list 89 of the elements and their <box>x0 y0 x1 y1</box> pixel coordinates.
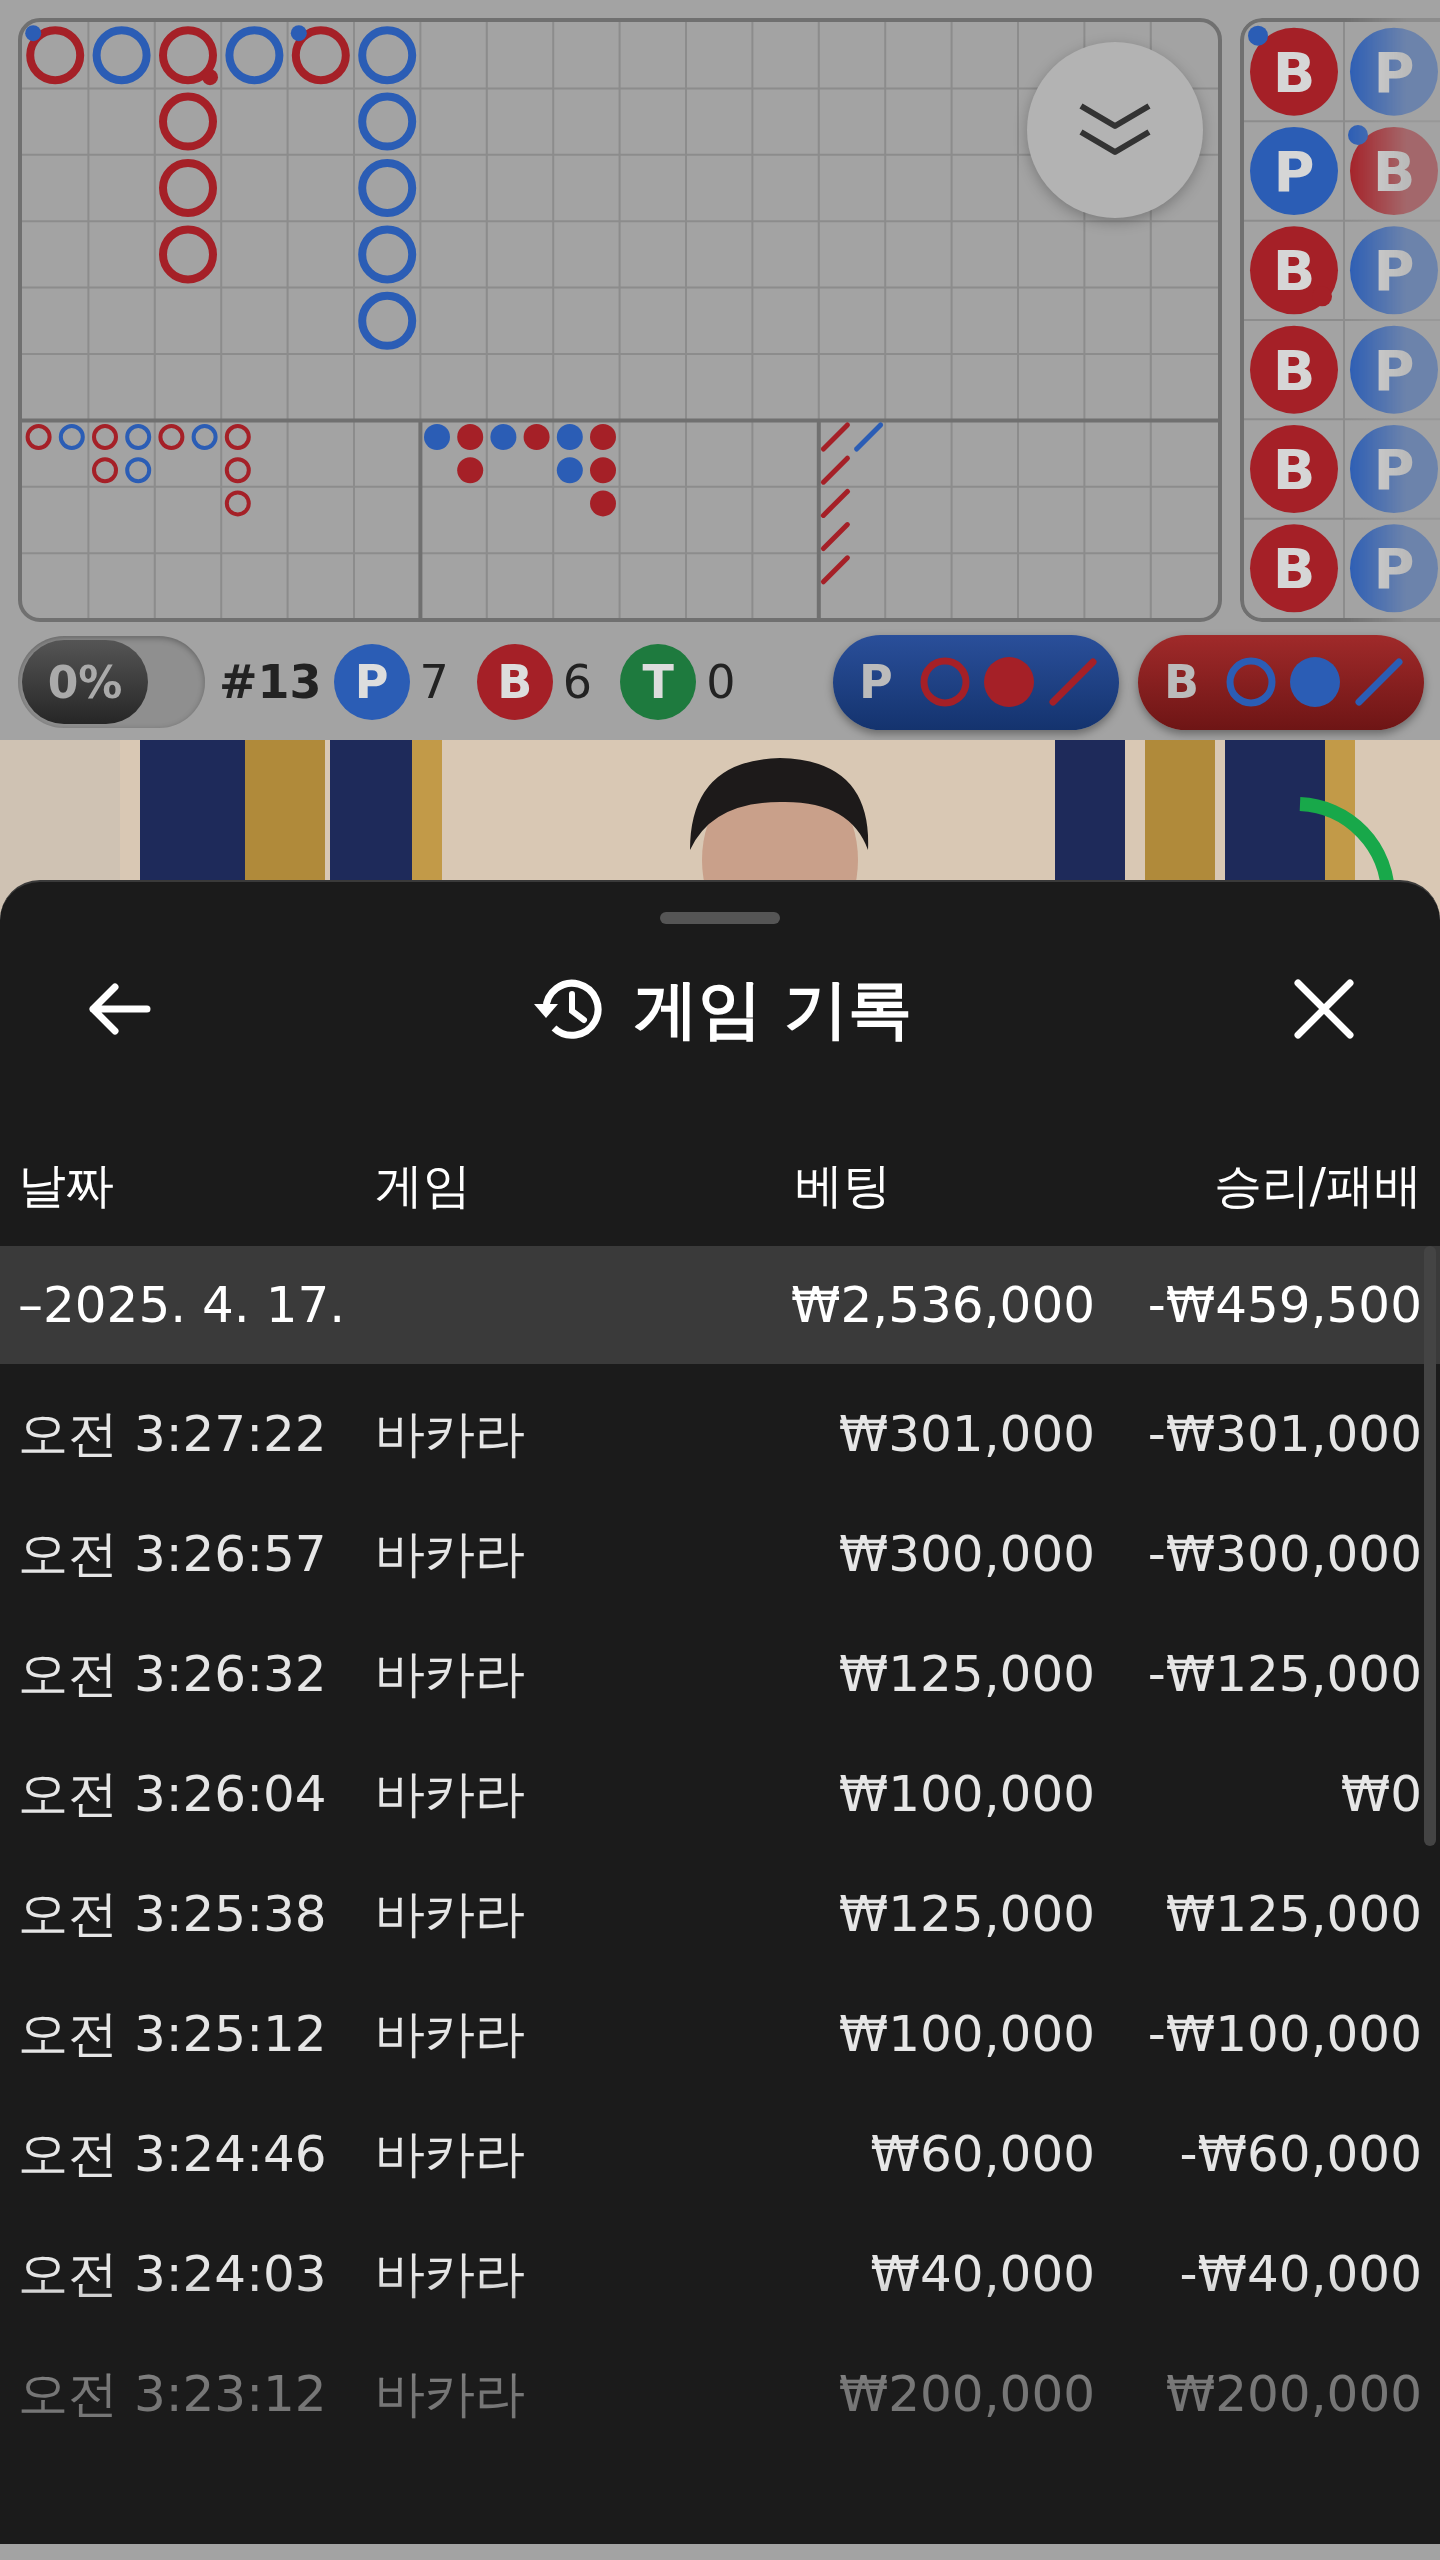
slash-icon <box>1353 656 1406 708</box>
column-header: 베팅 <box>794 1156 892 1215</box>
table-cell-text: 오전 3:23:12 <box>18 2363 328 2425</box>
result-count: 6 <box>562 655 593 709</box>
bead-marker: P <box>1250 127 1338 215</box>
bead-marker: B <box>1350 127 1438 215</box>
dot-icon <box>982 656 1035 708</box>
bead-marker: B <box>1250 425 1338 513</box>
road-ring <box>358 159 417 217</box>
road-ring <box>26 26 85 85</box>
ring-icon <box>918 656 971 708</box>
road-ring <box>159 225 217 284</box>
table-cell-text: ₩300,000 <box>837 1525 1095 1583</box>
percent-toggle[interactable]: 0% <box>18 636 205 728</box>
table-cell-text: 바카라 <box>375 1643 526 1705</box>
road-ring <box>358 291 417 350</box>
table-cell-text: ₩125,000 <box>837 1885 1095 1943</box>
result-badge: T <box>620 644 697 720</box>
table-cell-text: ₩100,000 <box>837 1765 1095 1823</box>
table-cell-text: -₩125,000 <box>1146 1645 1422 1703</box>
road-ring <box>159 26 217 85</box>
table-cell-text: ₩2,536,000 <box>790 1276 1095 1334</box>
table-cell-text: -₩301,000 <box>1146 1405 1422 1463</box>
table-cell-text: -₩40,000 <box>1178 2245 1422 2303</box>
table-cell-text: ₩301,000 <box>837 1405 1095 1463</box>
bead-marker: B <box>1250 325 1338 414</box>
sheet-title: 게임 기록 <box>633 970 913 1048</box>
close-icon <box>1293 978 1355 1040</box>
road-ring <box>358 26 417 85</box>
table-cell-text: -₩60,000 <box>1178 2125 1422 2183</box>
close-button[interactable] <box>1293 978 1355 1040</box>
table-cell-text: ₩0 <box>1339 1765 1422 1823</box>
result-badge: B <box>476 644 553 720</box>
table-cell-text: ₩125,000 <box>837 1645 1095 1703</box>
table-cell-text: -₩100,000 <box>1146 2005 1422 2063</box>
table-cell-text: 바카라 <box>375 2363 526 2425</box>
table-cell-text: 오전 3:24:46 <box>18 2123 328 2185</box>
table-cell-text: 바카라 <box>375 2123 526 2185</box>
table-cell-text: 오전 3:26:32 <box>18 1643 328 1705</box>
ring-icon <box>1225 656 1278 708</box>
result-count: 7 <box>419 655 449 709</box>
dot-icon <box>1289 656 1342 708</box>
table-cell-text: 바카라 <box>375 2243 526 2305</box>
date-group[interactable]: –2025. 4. 17. <box>18 1276 375 1334</box>
bead-marker: P <box>1350 325 1438 414</box>
bead-marker: P <box>1350 27 1438 116</box>
bead-marker: B <box>1250 524 1338 613</box>
result-badge: P <box>333 644 410 720</box>
road-ring <box>159 159 217 217</box>
table-cell-text: 오전 3:26:57 <box>18 1523 328 1585</box>
table-cell-text: 바카라 <box>375 1883 526 1945</box>
scroll-bar[interactable] <box>1424 1246 1436 1846</box>
slash-icon <box>1046 656 1099 708</box>
round-number: #13 <box>219 655 322 709</box>
bead-marker: B <box>1250 226 1338 315</box>
table-cell-text: ₩200,000 <box>837 2365 1095 2423</box>
road-ring <box>92 26 151 85</box>
table-cell-text: 바카라 <box>375 1523 526 1585</box>
road-ring <box>225 26 284 85</box>
table-cell-text: ₩125,000 <box>1164 1885 1422 1943</box>
column-header: 승리/패배 <box>1212 1156 1422 1215</box>
table-cell-text: 오전 3:24:03 <box>18 2243 328 2305</box>
table-cell-text: ₩100,000 <box>837 2005 1095 2063</box>
table-cell-text: 오전 3:26:04 <box>18 1763 328 1825</box>
table-cell-text: ₩200,000 <box>1164 2365 1422 2423</box>
drag-handle[interactable] <box>660 912 780 924</box>
column-header: 게임 <box>375 1156 472 1215</box>
table-cell-text: -₩300,000 <box>1146 1525 1422 1583</box>
table-cell-text: ₩40,000 <box>869 2245 1095 2303</box>
ask-button[interactable]: B <box>1138 634 1424 730</box>
bead-marker: P <box>1350 226 1438 315</box>
table-cell-text: 오전 3:27:22 <box>18 1403 328 1465</box>
bead-marker: B <box>1250 27 1338 116</box>
table-cell-text: 바카라 <box>375 2003 526 2065</box>
column-header: 날짜 <box>18 1156 115 1215</box>
table-cell-text: 오전 3:25:38 <box>18 1883 328 1945</box>
bead-marker: P <box>1350 425 1438 513</box>
road-ring <box>358 92 417 151</box>
table-cell-text: -₩459,500 <box>1146 1276 1422 1334</box>
table-cell-text: 오전 3:25:12 <box>18 2003 328 2065</box>
road-ring <box>291 26 350 85</box>
table-cell-text: 바카라 <box>375 1403 526 1465</box>
table-cell-text: 바카라 <box>375 1763 526 1825</box>
result-count: 0 <box>706 655 736 709</box>
ask-button[interactable]: P <box>833 634 1119 730</box>
bead-marker: P <box>1350 524 1438 613</box>
road-ring <box>159 92 217 151</box>
road-ring <box>358 225 417 284</box>
table-cell-text: ₩60,000 <box>869 2125 1095 2183</box>
